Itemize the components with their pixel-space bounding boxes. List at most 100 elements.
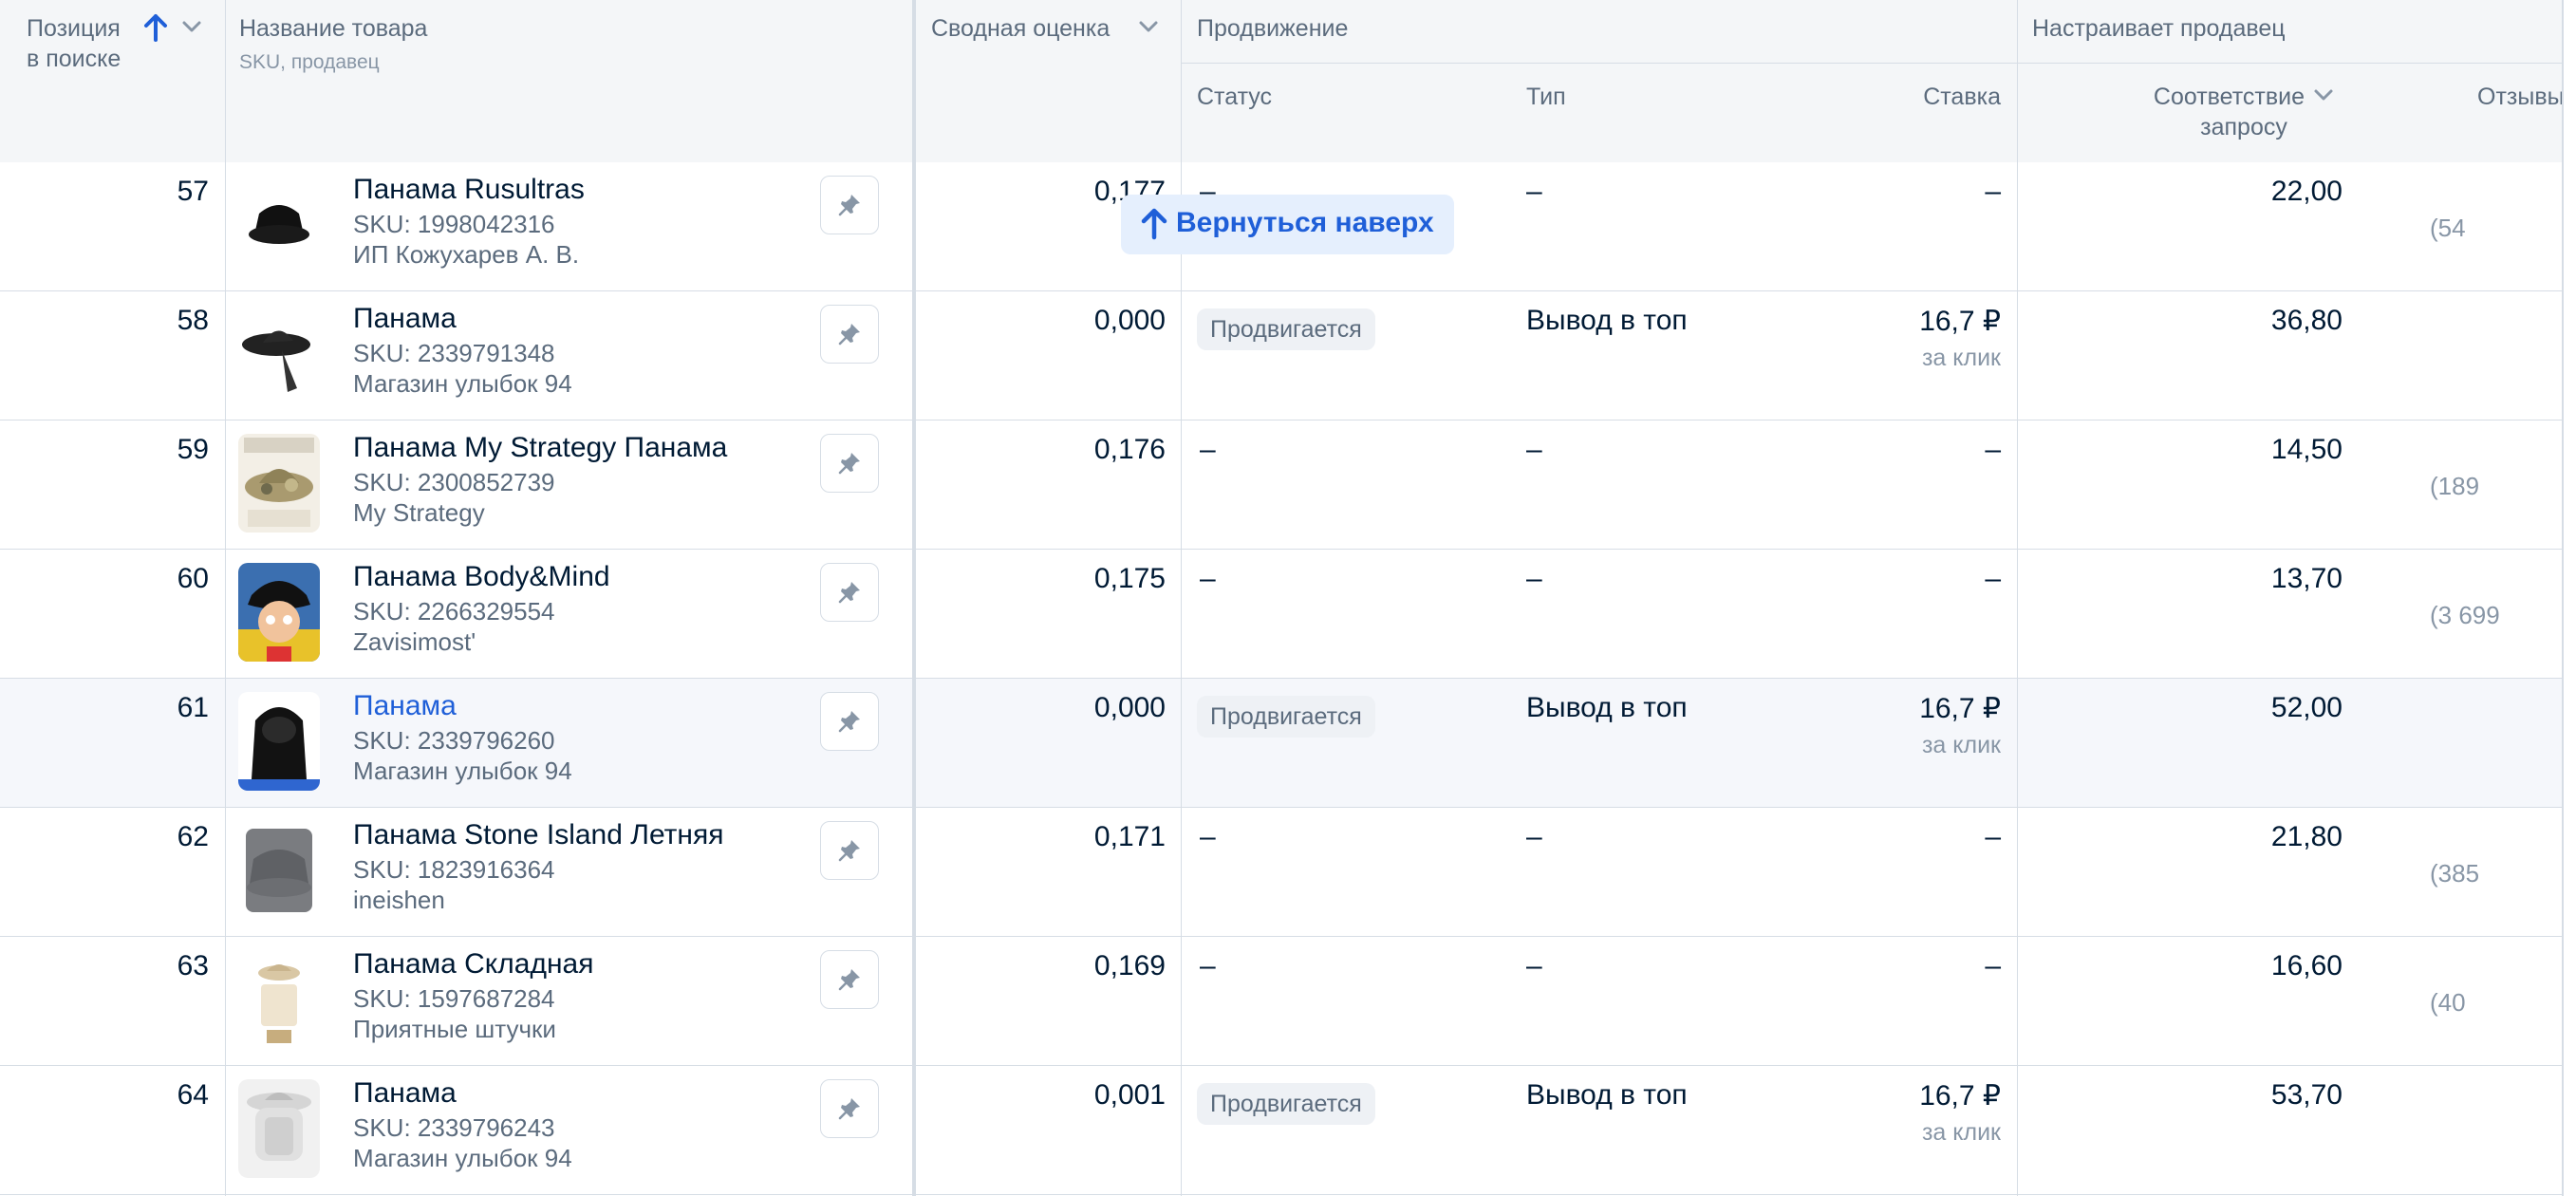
product-thumbnail[interactable]: [238, 434, 320, 533]
reviews-count: (385: [2430, 859, 2480, 888]
product-sku: SKU: 2266329554: [353, 597, 555, 626]
bid-value: 16,7 ₽: [1919, 306, 2001, 337]
pin-button[interactable]: [820, 305, 879, 364]
chevron-down-icon[interactable]: [180, 17, 203, 36]
product-seller: Магазин улыбок 94: [353, 369, 572, 398]
arrow-up-icon: [1141, 208, 1167, 240]
product-thumbnail[interactable]: [238, 176, 320, 274]
pin-button[interactable]: [820, 950, 879, 1009]
bid-value: –: [1985, 176, 2001, 207]
bid-value: –: [1985, 434, 2001, 465]
bid-value: 16,7 ₽: [1919, 1080, 2001, 1112]
promo-type: Вывод в топ: [1526, 305, 1688, 336]
chevron-down-icon[interactable]: [2312, 85, 2335, 104]
product-sku: SKU: 2339791348: [353, 339, 555, 367]
pin-button[interactable]: [820, 1079, 879, 1138]
promo-type: –: [1526, 434, 1542, 465]
status-badge: Продвигается: [1197, 308, 1375, 350]
header-type-label: Тип: [1526, 84, 1566, 110]
product-thumbnail[interactable]: [238, 692, 320, 791]
promo-type: –: [1526, 950, 1542, 981]
product-sku: SKU: 2339796243: [353, 1113, 555, 1142]
header-position-label[interactable]: Позиция: [27, 15, 121, 43]
product-thumbnail[interactable]: [238, 305, 320, 403]
status-value: –: [1200, 434, 1216, 465]
pin-button[interactable]: [820, 821, 879, 880]
product-name-link[interactable]: Панама My Strategy Панама: [353, 432, 727, 464]
product-seller: Приятные штучки: [353, 1015, 556, 1043]
header-status-label: Статус: [1197, 84, 1273, 110]
back-to-top-button[interactable]: Вернуться наверх: [1121, 195, 1454, 254]
status-badge: Продвигается: [1197, 1083, 1375, 1125]
position-value: 58: [177, 305, 209, 336]
header-reviews-label: Отзывы: [2477, 84, 2565, 110]
position-value: 59: [177, 434, 209, 465]
product-sku: SKU: 2300852739: [353, 468, 555, 496]
column-divider: [225, 162, 226, 1196]
table-row[interactable]: 58 Панама SKU: 2339791348 Магазин улыбок…: [0, 291, 2576, 420]
product-thumbnail[interactable]: [238, 950, 320, 1049]
summary-score: 0,000: [1093, 692, 1166, 723]
pin-button[interactable]: [820, 434, 879, 493]
position-value: 57: [177, 176, 209, 207]
bid-unit: за клик: [1921, 1119, 2001, 1146]
pin-button[interactable]: [820, 176, 879, 234]
chevron-down-icon[interactable]: [1137, 17, 1160, 36]
pin-button[interactable]: [820, 563, 879, 622]
product-name-link[interactable]: Панама Stone Island Летняя: [353, 819, 723, 851]
summary-score: 0,001: [1093, 1079, 1166, 1111]
bid-unit: за клик: [1921, 345, 2001, 371]
product-name-link[interactable]: Панама Складная: [353, 948, 593, 981]
column-divider: [2017, 162, 2018, 1196]
status-badge: Продвигается: [1197, 696, 1375, 738]
header-match-label-2: запросу: [2200, 114, 2287, 140]
reviews-count: (3 699: [2430, 601, 2500, 629]
position-value: 60: [177, 563, 209, 594]
match-value: 52,00: [2270, 692, 2343, 723]
match-value: 14,50: [2270, 434, 2343, 465]
table-row[interactable]: 63 Панама Складная SKU: 1597687284 Прият…: [0, 937, 2576, 1066]
header-match-label[interactable]: Соответствие: [2088, 84, 2305, 111]
table-row[interactable]: 61 Панама SKU: 2339796260 Магазин улыбок…: [0, 679, 2576, 808]
product-name-link[interactable]: Панама: [353, 1077, 457, 1110]
reviews-count: (40: [2430, 988, 2466, 1017]
status-value: –: [1200, 563, 1216, 594]
frozen-column-divider: [912, 0, 916, 1196]
product-name-link[interactable]: Панама Rusultras: [353, 174, 585, 206]
product-name-link[interactable]: Панама: [353, 303, 457, 335]
match-value: 21,80: [2270, 821, 2343, 852]
table-row[interactable]: 64 Панама SKU: 2339796243 Магазин улыбок…: [0, 1066, 2576, 1195]
match-value: 36,80: [2270, 305, 2343, 336]
product-name-link[interactable]: Панама Body&Mind: [353, 561, 610, 593]
header-promo-group: Продвижение: [1197, 15, 1349, 42]
promo-type: –: [1526, 563, 1542, 594]
header-seller-group: Настраивает продавец: [2032, 15, 2286, 42]
bid-value: –: [1985, 563, 2001, 594]
header-score-label[interactable]: Сводная оценка: [931, 15, 1110, 43]
summary-score: 0,171: [1093, 821, 1166, 852]
pin-button[interactable]: [820, 692, 879, 751]
table-row[interactable]: 62 Панама Stone Island Летняя SKU: 18239…: [0, 808, 2576, 937]
product-name-link[interactable]: Панама: [353, 690, 457, 722]
product-thumbnail[interactable]: [238, 1079, 320, 1178]
product-thumbnail[interactable]: [238, 821, 320, 920]
table-row[interactable]: 59 Панама My Strategy Панама SKU: 230085…: [0, 420, 2576, 550]
promo-type: –: [1526, 176, 1542, 207]
bid-value: –: [1985, 821, 2001, 852]
product-seller: My Strategy: [353, 498, 485, 527]
product-thumbnail[interactable]: [238, 563, 320, 662]
table-row[interactable]: 60 Панама Body&Mind SKU: 2266329554 Zavi…: [0, 550, 2576, 679]
back-to-top-label: Вернуться наверх: [1176, 207, 1434, 238]
summary-score: 0,169: [1093, 950, 1166, 981]
reviews-count: (54: [2430, 214, 2466, 242]
sort-ascending-icon[interactable]: [142, 13, 169, 42]
vertical-scrollbar[interactable]: [2562, 0, 2576, 1196]
summary-score: 0,176: [1093, 434, 1166, 465]
match-value: 53,70: [2270, 1079, 2343, 1111]
match-value: 16,60: [2270, 950, 2343, 981]
promo-type: Вывод в топ: [1526, 692, 1688, 723]
table-header: Позиция в поиске Название товара SKU, пр…: [0, 0, 2576, 163]
product-sku: SKU: 1597687284: [353, 984, 555, 1013]
column-divider: [1181, 162, 1182, 1196]
position-value: 61: [177, 692, 209, 723]
